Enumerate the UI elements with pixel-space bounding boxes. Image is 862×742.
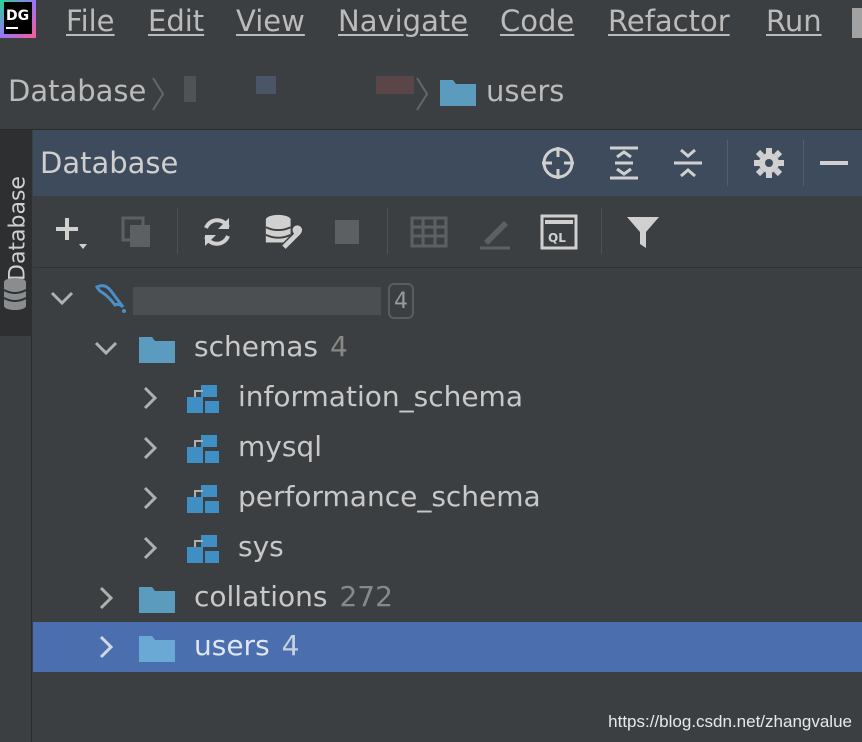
tree-row-collations[interactable]: collations 272 (33, 573, 862, 623)
tree-count: 272 (339, 580, 393, 613)
menu-file[interactable]: File (66, 4, 115, 38)
folder-icon (139, 587, 175, 613)
header-separator (727, 140, 728, 186)
menu-code[interactable]: Code (500, 4, 574, 38)
redacted-block (256, 76, 276, 94)
redacted-block (376, 76, 414, 94)
menu-navigate[interactable]: Navigate (338, 4, 468, 38)
menu-view[interactable]: View (236, 4, 305, 38)
chevron-right-icon[interactable] (91, 632, 121, 662)
edit-icon (475, 212, 515, 252)
collapse-all-icon[interactable] (669, 144, 707, 182)
folder-icon (440, 80, 476, 106)
toolbar-separator (387, 208, 388, 254)
menu-bar: DG File Edit View Navigate Code Refactor… (0, 0, 862, 46)
menu-run[interactable]: Run (766, 4, 822, 38)
mysql-dolphin-icon (94, 284, 126, 313)
chevron-right-icon[interactable] (135, 383, 165, 413)
tree-row-connection[interactable]: 4 (33, 273, 862, 323)
expand-all-icon[interactable] (605, 144, 643, 182)
tool-window-title: Database (40, 146, 179, 180)
schema-icon (187, 535, 219, 563)
tree-row-schema[interactable]: mysql (33, 423, 862, 473)
tree-label: sys (238, 530, 284, 563)
breadcrumb-separator-icon (152, 77, 165, 111)
copy-icon (117, 212, 157, 252)
query-console-icon[interactable]: QL (539, 212, 579, 252)
data-source-properties-icon[interactable] (263, 212, 303, 252)
redacted-connection-name (184, 76, 196, 102)
menu-overflow-edge (852, 8, 862, 38)
menu-edit[interactable]: Edit (148, 4, 204, 38)
tree-row-schema[interactable]: information_schema (33, 373, 862, 423)
schema-icon (187, 485, 219, 513)
breadcrumb-database[interactable]: Database (8, 74, 146, 108)
chevron-down-icon[interactable] (91, 333, 121, 363)
database-tree: 4 schemas 4 information_schema mysql perf… (33, 269, 862, 742)
chevron-down-icon[interactable] (47, 283, 77, 313)
tree-label: information_schema (238, 380, 523, 413)
schema-icon (187, 385, 219, 413)
header-separator (803, 140, 804, 186)
chevron-right-icon[interactable] (135, 533, 165, 563)
svg-text:DG: DG (6, 8, 29, 24)
menu-refactor[interactable]: Refactor (608, 4, 730, 38)
tree-row-schema[interactable]: performance_schema (33, 473, 862, 523)
folder-icon (139, 337, 175, 363)
tree-label: users 4 (194, 629, 300, 662)
folder-icon (139, 636, 175, 662)
database-tool-window-header: Database (33, 130, 862, 196)
minimize-icon[interactable] (815, 144, 853, 182)
database-cylinder-icon (3, 278, 27, 310)
connection-count-badge: 4 (388, 283, 414, 319)
redacted-connection-name (133, 287, 381, 315)
left-tool-stripe: Database (0, 130, 32, 742)
tree-count: 4 (281, 629, 300, 662)
chevron-right-icon[interactable] (91, 583, 121, 613)
tree-label: schemas 4 (194, 330, 348, 363)
tree-row-schema[interactable]: sys (33, 523, 862, 573)
settings-icon[interactable] (750, 144, 788, 182)
locate-icon[interactable] (539, 144, 577, 182)
tree-row-schemas[interactable]: schemas 4 (33, 323, 862, 373)
tree-count: 4 (329, 330, 348, 363)
toolbar-separator (601, 208, 602, 254)
breadcrumb-separator-icon (416, 77, 429, 111)
stop-icon (327, 212, 367, 252)
svg-text:QL: QL (548, 231, 566, 245)
table-view-icon (409, 212, 449, 252)
toolbar-separator (177, 208, 178, 254)
tree-label: performance_schema (238, 480, 541, 513)
database-toolbar: QL (33, 196, 862, 268)
breadcrumb: Database users (0, 46, 862, 130)
watermark-url: https://blog.csdn.net/zhangvalue (608, 712, 852, 731)
tree-row-users[interactable]: users 4 (33, 622, 862, 672)
breadcrumb-users[interactable]: users (486, 74, 564, 108)
filter-icon[interactable] (623, 212, 663, 252)
refresh-icon[interactable] (197, 212, 237, 252)
add-icon[interactable] (51, 212, 91, 252)
chevron-right-icon[interactable] (135, 433, 165, 463)
chevron-right-icon[interactable] (135, 483, 165, 513)
schema-icon (187, 435, 219, 463)
tree-label: collations 272 (194, 580, 393, 613)
datagrip-logo-icon: DG (0, 0, 36, 38)
tree-label: mysql (238, 430, 322, 463)
database-tool-tab[interactable]: Database (0, 130, 32, 336)
